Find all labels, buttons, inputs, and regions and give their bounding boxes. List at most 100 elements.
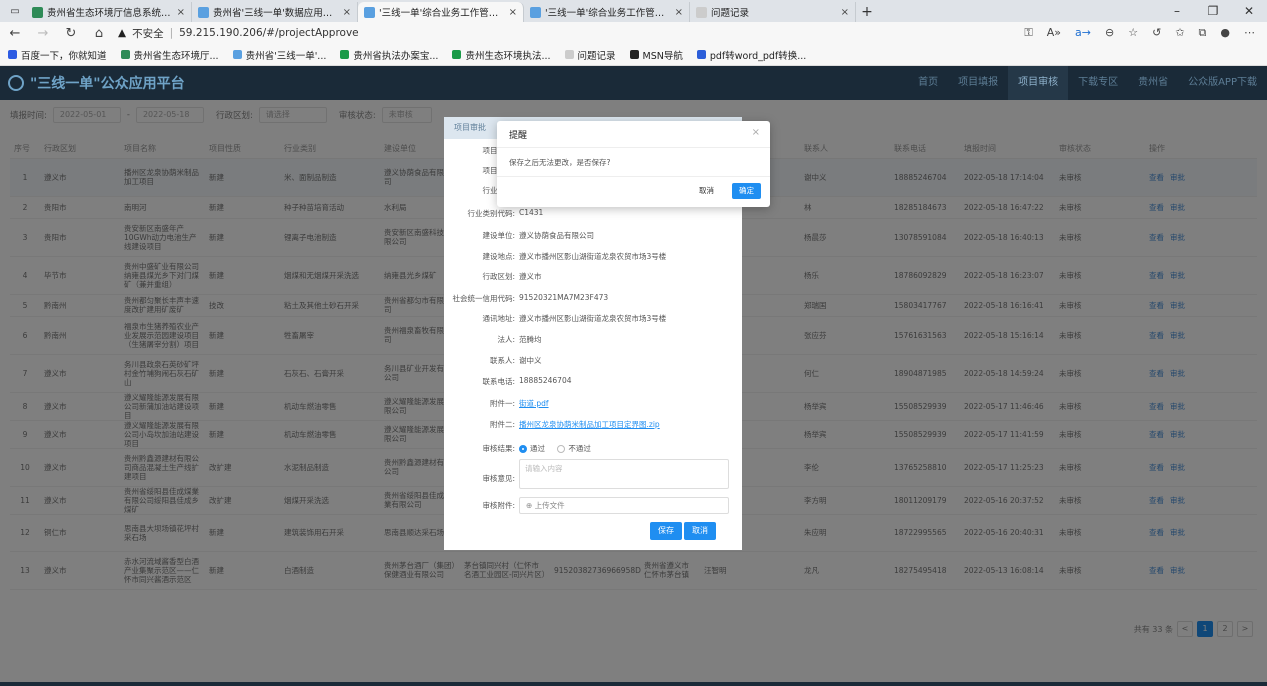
review-opinion-textarea[interactable]: 请输入内容: [519, 459, 729, 489]
bookmark-item[interactable]: 贵州生态环境执法...: [452, 48, 551, 62]
tab-close-icon[interactable]: ×: [509, 7, 517, 18]
favorite-icon[interactable]: ☆: [1128, 26, 1138, 40]
bookmark-label: 百度一下，你就知道: [21, 50, 107, 62]
window-controls: – ❐ ✕: [1159, 0, 1267, 22]
review-attachment-row: 审核附件: ⊕ 上传文件: [444, 497, 742, 514]
dialog-close-icon[interactable]: ×: [752, 127, 760, 138]
detail-label: 行业类别代码:: [467, 209, 515, 218]
dialog-divider: [497, 147, 770, 148]
dialog-ok-button[interactable]: 确定: [732, 183, 761, 199]
detail-label: 建设单位:: [482, 231, 515, 240]
detail-value: 遵义市: [519, 272, 542, 281]
logo-icon: [8, 75, 24, 91]
tab-favicon-icon: [198, 6, 209, 18]
attachment-link[interactable]: 播州区龙泉协荫米制品加工项目定界图.zip: [519, 419, 742, 430]
detail-value: 遵义协荫食品有限公司: [519, 231, 594, 240]
tab-title: 贵州省生态环境厅信息系统统一: [47, 8, 173, 19]
attachment-link[interactable]: 街道.pdf: [519, 398, 742, 409]
minimize-icon[interactable]: –: [1159, 0, 1195, 22]
more-icon[interactable]: ⋯: [1244, 26, 1255, 40]
dialog-cancel-button[interactable]: 取消: [693, 183, 720, 199]
refresh-icon[interactable]: ↻: [62, 26, 80, 41]
nav-item[interactable]: 下载专区: [1068, 66, 1128, 100]
detail-label: 行政区划:: [482, 272, 515, 281]
new-tab-button[interactable]: +: [856, 2, 878, 22]
tab-favicon-icon: [530, 6, 541, 18]
tab-close-icon[interactable]: ×: [841, 7, 849, 18]
tab-favicon-icon: [32, 6, 43, 18]
tab-title: '三线一单'综合业务工作管理平台: [545, 8, 671, 19]
radio-fail-dot: [557, 444, 566, 453]
favorites-icon[interactable]: ✩: [1175, 26, 1184, 40]
key-icon[interactable]: ⚿: [1024, 26, 1032, 40]
url-separator: |: [169, 27, 174, 39]
detail-label: 社会统一信用代码:: [452, 294, 515, 303]
restore-icon[interactable]: ❐: [1195, 0, 1231, 22]
bookmark-icon: [120, 50, 130, 59]
bookmark-icon: [629, 50, 639, 59]
sync-icon[interactable]: ↺: [1152, 26, 1161, 40]
app-title: "三线一单"公众应用平台: [30, 76, 185, 92]
detail-row: 行业类别代码: C1431: [444, 208, 742, 219]
tab-actions-icon[interactable]: ▭: [4, 0, 26, 22]
translate-icon[interactable]: a→: [1075, 26, 1091, 40]
bookmark-item[interactable]: pdf转word_pdf转换...: [696, 48, 807, 62]
browser-tab[interactable]: '三线一单'综合业务工作管理平台 ×: [358, 2, 524, 22]
zoom-icon[interactable]: ⊖: [1105, 26, 1114, 40]
tab-close-icon[interactable]: ×: [177, 7, 185, 18]
drawer-cancel-button[interactable]: 取消: [684, 522, 716, 540]
upload-button[interactable]: ⊕ 上传文件: [519, 497, 729, 514]
nav-item[interactable]: 贵州省: [1128, 66, 1178, 100]
nav-item[interactable]: 项目填报: [948, 66, 1008, 100]
tab-title: '三线一单'综合业务工作管理平台: [379, 8, 505, 19]
url-field[interactable]: ▲ 不安全 | 59.215.190.206/#/projectApprove: [118, 26, 1014, 41]
nav-item[interactable]: 公众版APP下载: [1178, 66, 1267, 100]
bookmark-item[interactable]: 问题记录: [564, 48, 616, 62]
bookmark-item[interactable]: 贵州省生态环境厅...: [120, 48, 219, 62]
nav-item[interactable]: 项目审核: [1008, 66, 1069, 100]
dialog-message: 保存之后无法更改，是否保存?: [509, 158, 611, 167]
browser-tab[interactable]: 问题记录 ×: [690, 2, 856, 22]
bookmark-icon: [564, 50, 574, 59]
review-opinion-row: 审核意见: 请输入内容: [444, 459, 742, 489]
bookmark-icon: [696, 50, 706, 59]
bookmark-label: 贵州省执法办案宝...: [353, 50, 439, 62]
detail-value: 遵义市播州区影山湖街道龙泉农贸市场3号楼: [519, 314, 667, 323]
collections-icon[interactable]: ⧉: [1199, 26, 1207, 40]
browser-tab[interactable]: 贵州省'三线一单'数据应用管理平 ×: [192, 2, 358, 22]
radio-fail[interactable]: 不通过: [557, 443, 591, 454]
bookmark-item[interactable]: 贵州省'三线一单'...: [232, 48, 327, 62]
radio-pass-dot: [519, 444, 527, 453]
nav-item[interactable]: 首页: [908, 66, 948, 100]
address-bar-row: ← → ↻ ⌂ ▲ 不安全 | 59.215.190.206/#/project…: [0, 22, 1267, 44]
detail-row: 附件二: 播州区龙泉协荫米制品加工项目定界图.zip: [444, 419, 742, 430]
bookmark-label: 贵州省生态环境厅...: [133, 50, 219, 62]
radio-pass[interactable]: 通过: [519, 443, 545, 454]
back-icon[interactable]: ←: [6, 26, 24, 41]
forward-icon[interactable]: →: [34, 26, 52, 41]
tab-favicon-icon: [696, 6, 707, 18]
profile-avatar[interactable]: ●: [1220, 26, 1230, 40]
bookmarks-bar: 百度一下，你就知道 贵州省生态环境厅... 贵州省'三线一单'... 贵州省执法办案宝…: [0, 44, 1267, 66]
close-window-icon[interactable]: ✕: [1231, 0, 1267, 22]
browser-tab[interactable]: 贵州省生态环境厅信息系统统一 ×: [26, 2, 192, 22]
detail-label: 联系人:: [489, 356, 515, 365]
detail-label: 法人:: [497, 335, 515, 344]
browser-tab[interactable]: '三线一单'综合业务工作管理平台 ×: [524, 2, 690, 22]
detail-label: 附件一:: [489, 399, 515, 408]
bookmark-item[interactable]: 贵州省执法办案宝...: [340, 48, 438, 62]
home-icon[interactable]: ⌂: [90, 26, 108, 41]
tab-close-icon[interactable]: ×: [343, 7, 351, 18]
read-aloud-icon[interactable]: A»: [1047, 26, 1061, 40]
bookmark-icon: [232, 50, 242, 59]
bookmark-item[interactable]: 百度一下，你就知道: [8, 48, 107, 62]
browser-toolbar: ⚿ A» a→ ⊖ ☆ ↺ ✩ ⧉ ● ⋯: [1024, 26, 1261, 40]
bookmark-item[interactable]: MSN导航: [629, 48, 683, 62]
bookmark-label: pdf转word_pdf转换...: [709, 50, 807, 62]
bookmark-label: 贵州省'三线一单'...: [245, 50, 327, 62]
browser-tab-strip: ▭ 贵州省生态环境厅信息系统统一 × 贵州省'三线一单'数据应用管理平 × '三线一单'…: [0, 0, 1267, 22]
review-attachment-label: 审核附件:: [482, 501, 515, 510]
dialog-title: 提醒: [509, 131, 528, 141]
drawer-save-button[interactable]: 保存: [650, 522, 682, 540]
tab-close-icon[interactable]: ×: [675, 7, 683, 18]
